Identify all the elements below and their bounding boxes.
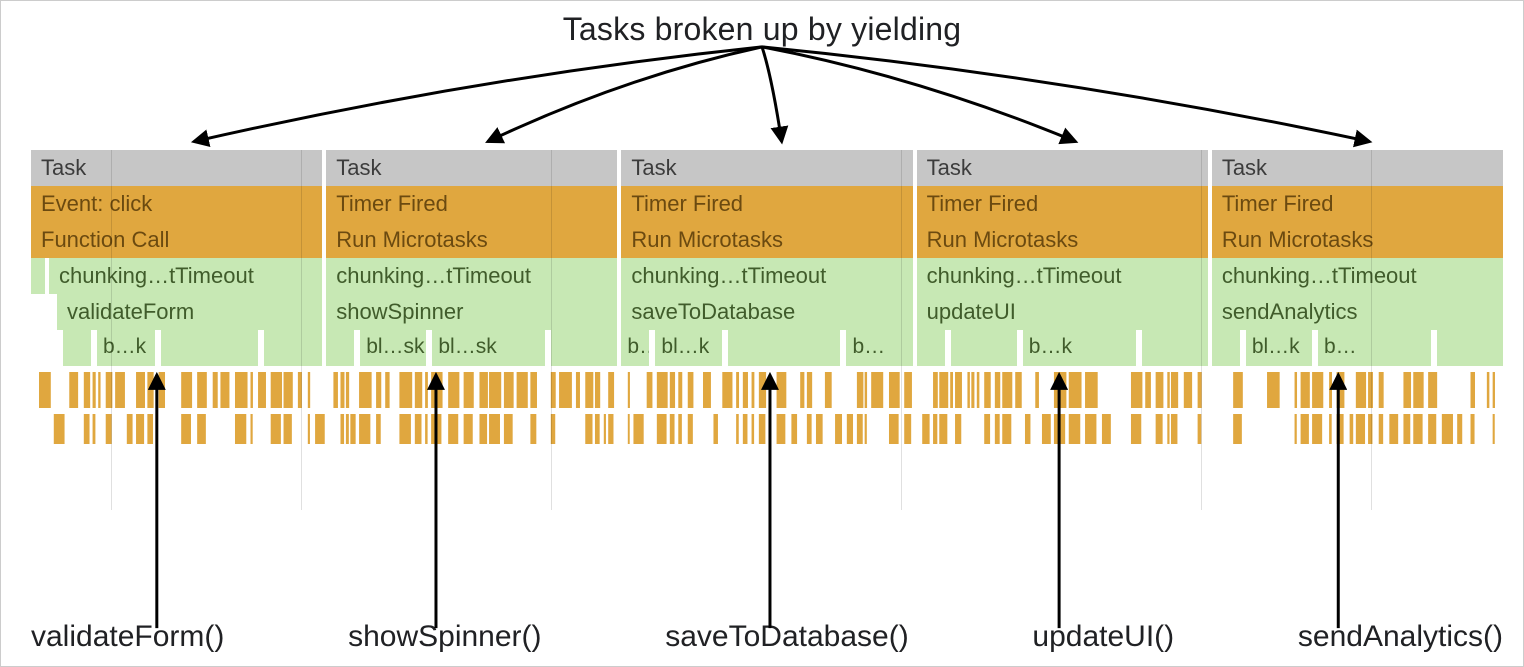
- fn-label: validateForm(): [31, 620, 224, 654]
- func-cell: Run Microtasks: [326, 222, 617, 258]
- blk-fragment: b…: [1318, 330, 1431, 366]
- event-cell: Timer Fired: [326, 186, 617, 222]
- blk-fragment: [951, 330, 1017, 366]
- fn-cell: validateForm: [57, 294, 322, 330]
- task-cell: Task: [917, 150, 1208, 186]
- fn-cell: sendAnalytics: [1212, 294, 1503, 330]
- event-cell: Event: click: [31, 186, 322, 222]
- arrow-down: [762, 47, 1370, 142]
- blk-fragment: [1212, 330, 1240, 366]
- blk-fragment: bl…k: [655, 330, 721, 366]
- fn-label: saveToDatabase(): [665, 620, 908, 654]
- arrow-down: [762, 47, 782, 142]
- row-func: Function CallRun MicrotasksRun Microtask…: [31, 222, 1503, 258]
- fn-label: sendAnalytics(): [1298, 620, 1503, 654]
- row-task: TaskTaskTaskTaskTask: [31, 150, 1503, 186]
- stripe-pattern: [31, 372, 1503, 464]
- blk-fragment: [161, 330, 258, 366]
- blk-fragment: b…: [846, 330, 912, 366]
- blk-fragment: [63, 330, 91, 366]
- blk-fragment: [1437, 330, 1503, 366]
- flame-graph: TaskTaskTaskTaskTask Event: clickTimer F…: [31, 150, 1503, 510]
- chunk-cell: chunking…tTimeout: [326, 258, 617, 294]
- fn-label: showSpinner(): [348, 620, 541, 654]
- blk-fragment: [551, 330, 617, 366]
- blk-fragment: bl…sk: [432, 330, 545, 366]
- blk-fragment: b…: [621, 330, 649, 366]
- blk-fragment: [917, 330, 945, 366]
- chunk-cell: chunking…tTimeout: [621, 258, 912, 294]
- event-cell: Timer Fired: [1212, 186, 1503, 222]
- fn-cell: showSpinner: [326, 294, 617, 330]
- row-blk: b…kbl…skbl…skb…bl…kb…b…kbl…kb…: [31, 330, 1503, 366]
- blk-fragment: [1142, 330, 1208, 366]
- task-cell: Task: [1212, 150, 1503, 186]
- blk-fragment: [326, 330, 354, 366]
- arrow-down: [194, 47, 762, 142]
- blk-fragment: bl…k: [1246, 330, 1312, 366]
- arrow-down: [488, 47, 762, 142]
- task-cell: Task: [621, 150, 912, 186]
- bottom-labels: validateForm() showSpinner() saveToDatabas…: [31, 620, 1503, 654]
- blk-fragment: bl…sk: [360, 330, 426, 366]
- func-cell: Function Call: [31, 222, 322, 258]
- blk-fragment: b…k: [97, 330, 155, 366]
- row-chunk: chunking…tTimeoutchunking…tTimeoutchunki…: [31, 258, 1503, 294]
- event-cell: Timer Fired: [621, 186, 912, 222]
- chunk-cell: chunking…tTimeout: [917, 258, 1208, 294]
- chunk-cell: chunking…tTimeout: [1212, 258, 1503, 294]
- fn-cell: saveToDatabase: [621, 294, 912, 330]
- diagram-title: Tasks broken up by yielding: [1, 11, 1523, 48]
- blk-fragment: [264, 330, 322, 366]
- task-cell: Task: [31, 150, 322, 186]
- func-cell: Run Microtasks: [1212, 222, 1503, 258]
- func-cell: Run Microtasks: [621, 222, 912, 258]
- func-cell: Run Microtasks: [917, 222, 1208, 258]
- task-cell: Task: [326, 150, 617, 186]
- event-cell: Timer Fired: [917, 186, 1208, 222]
- chunk-cell: chunking…tTimeout: [49, 258, 322, 294]
- row-event: Event: clickTimer FiredTimer FiredTimer …: [31, 186, 1503, 222]
- fn-label: updateUI(): [1032, 620, 1174, 654]
- blk-fragment: b…k: [1023, 330, 1136, 366]
- row-fn: validateFormshowSpinnersaveToDatabaseupd…: [31, 294, 1503, 330]
- fn-cell: updateUI: [917, 294, 1208, 330]
- blk-fragment: [728, 330, 841, 366]
- arrow-down: [762, 47, 1076, 142]
